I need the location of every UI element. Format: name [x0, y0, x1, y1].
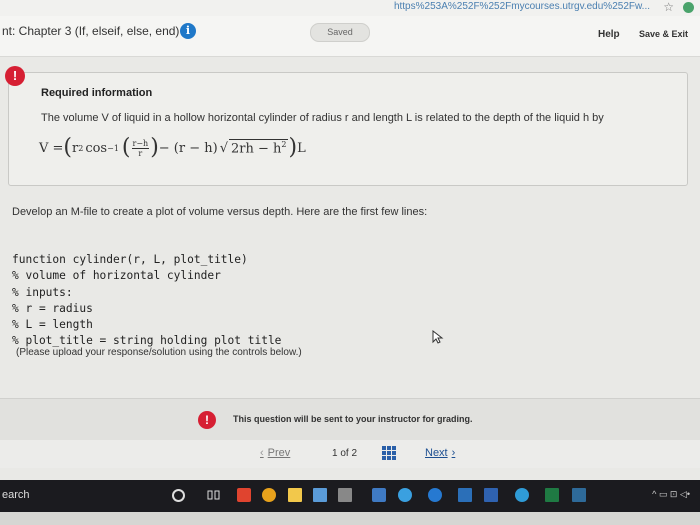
- code-line: function cylinder(r, L, plot_title): [12, 253, 248, 267]
- calculator-icon[interactable]: [338, 488, 352, 502]
- formula-lhs: V =: [39, 140, 64, 156]
- browser-url-bar[interactable]: https%253A%252F%252Fmycourses.utrgv.edu%…: [0, 0, 700, 17]
- save-exit-button[interactable]: Save & Exit: [639, 29, 688, 39]
- formula-paren-inner-open: (: [121, 135, 131, 160]
- next-button[interactable]: Next ›: [425, 447, 455, 459]
- mouse-cursor-icon: [432, 330, 444, 344]
- task-view-icon[interactable]: [207, 488, 221, 502]
- code-line: % L = length: [12, 318, 93, 332]
- formula-paren-open: (: [63, 135, 73, 160]
- grading-notice-bar: ! This question will be sent to your ins…: [0, 398, 700, 441]
- formula-r-exp: 2: [78, 143, 84, 153]
- windows-taskbar: earch ^ ▭ ⊡ ◁•: [0, 480, 700, 512]
- next-label: Next: [425, 447, 448, 459]
- volume-formula: V = ( r 2 cos −1 ( r−h r ) − (r − h) √ 2rh …: [39, 133, 306, 163]
- formula-sqrt-text: 2rh − h: [231, 141, 282, 157]
- question-navigation: ‹ Prev 1 of 2 Next ›: [0, 440, 700, 468]
- fraction-denominator: r: [138, 148, 143, 158]
- taskbar-search[interactable]: earch: [2, 489, 30, 501]
- saved-status-badge: Saved: [310, 23, 370, 42]
- file-explorer-icon[interactable]: [288, 488, 302, 502]
- excel-icon[interactable]: [545, 488, 559, 502]
- photos-icon[interactable]: [372, 488, 386, 502]
- chevron-right-icon: ›: [451, 447, 456, 459]
- store-icon[interactable]: [313, 488, 327, 502]
- formula-sqrt-body: 2rh − h2: [229, 139, 289, 157]
- edge-icon[interactable]: [428, 488, 442, 502]
- code-line: % volume of horizontal cylinder: [12, 269, 221, 283]
- required-information-box: Required information The volume V of liq…: [8, 72, 688, 186]
- code-line: % inputs:: [12, 285, 73, 299]
- fraction-numerator: r−h: [131, 138, 150, 149]
- assignment-header: nt: Chapter 3 (If, elseif, else, end) i …: [0, 16, 700, 57]
- required-description: The volume V of liquid in a hollow horiz…: [41, 112, 604, 124]
- required-heading: Required information: [41, 87, 153, 99]
- cortana-icon[interactable]: [172, 489, 185, 502]
- formula-sqrt-sign: √: [219, 140, 228, 156]
- onedrive-icon[interactable]: [515, 488, 529, 502]
- grid-view-icon[interactable]: [382, 446, 396, 460]
- grading-alert-icon: !: [198, 411, 216, 429]
- bookmark-star-icon[interactable]: ☆: [663, 0, 674, 14]
- formula-cos: cos: [85, 140, 108, 156]
- word-icon[interactable]: [484, 488, 498, 502]
- system-tray[interactable]: ^ ▭ ⊡ ◁•: [652, 489, 690, 500]
- chrome-icon[interactable]: [262, 488, 276, 502]
- vpn-icon[interactable]: [398, 488, 412, 502]
- desk-surface: [0, 512, 700, 525]
- formula-minus-term: − (r − h): [158, 140, 218, 156]
- office-icon[interactable]: [237, 488, 251, 502]
- formula-inverse: −1: [107, 143, 119, 153]
- info-icon[interactable]: i: [180, 23, 196, 39]
- formula-fraction: r−h r: [131, 138, 150, 158]
- code-line: % r = radius: [12, 301, 93, 315]
- prev-label: Prev: [267, 447, 291, 459]
- photoshop-icon[interactable]: [458, 488, 472, 502]
- question-prompt: Develop an M-file to create a plot of vo…: [12, 206, 428, 218]
- formula-paren-close: ): [288, 135, 298, 160]
- formula-paren-inner-close: ): [150, 135, 159, 160]
- assignment-title: nt: Chapter 3 (If, elseif, else, end): [2, 24, 180, 38]
- help-button[interactable]: Help: [598, 29, 620, 40]
- page-indicator: 1 of 2: [332, 448, 358, 459]
- chevron-left-icon: ‹: [260, 447, 264, 459]
- formula-tail: L: [297, 140, 306, 156]
- grading-notice-text: This question will be sent to your instr…: [233, 414, 473, 424]
- prev-button[interactable]: ‹ Prev: [260, 447, 290, 459]
- upload-instruction: (Please upload your response/solution us…: [16, 347, 302, 358]
- extension-icon[interactable]: [683, 2, 694, 13]
- formula-sqrt-exp: 2: [281, 140, 287, 150]
- required-alert-icon: !: [5, 66, 25, 86]
- terminal-icon[interactable]: [572, 488, 586, 502]
- url-text[interactable]: https%253A%252F%252Fmycourses.utrgv.edu%…: [394, 1, 650, 12]
